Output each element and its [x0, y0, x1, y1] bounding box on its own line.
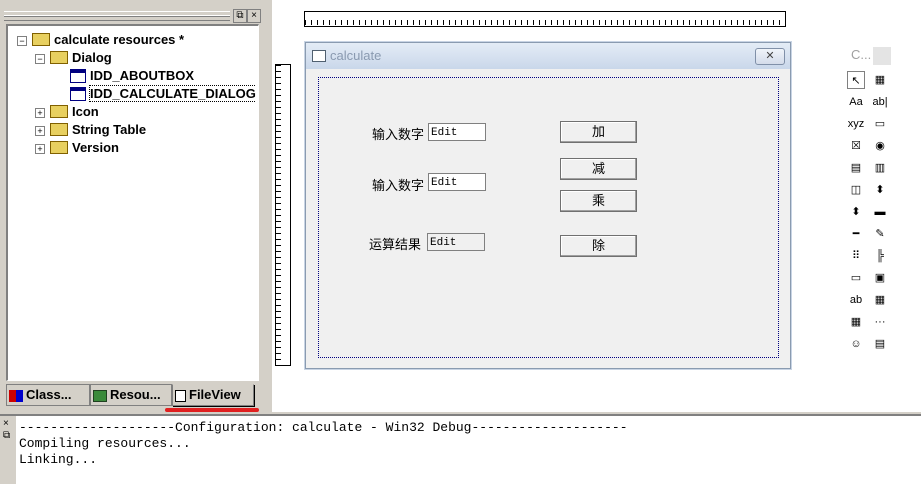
tree-item-label: IDD_ABOUTBOX	[90, 68, 195, 83]
root-collapse-toggle[interactable]: −	[17, 36, 27, 46]
tree-item-label: Icon	[72, 104, 99, 119]
slider-icon[interactable]: ━	[847, 225, 865, 243]
tree-item-version[interactable]: Version	[50, 139, 119, 156]
vertical-scroll-icon[interactable]: ⬍	[871, 181, 889, 199]
multiply-button[interactable]: 乘	[560, 190, 637, 212]
button-icon[interactable]: ▭	[871, 115, 889, 133]
custom-control-icon[interactable]: ☺	[847, 335, 865, 353]
check-box-icon[interactable]: ☒	[847, 137, 865, 155]
tab-control-icon[interactable]: ▭	[847, 269, 865, 287]
radio-button-icon[interactable]: ◉	[871, 137, 889, 155]
tree-item-string-table[interactable]: String Table	[50, 121, 146, 138]
extended-combo-icon[interactable]: ▤	[871, 335, 889, 353]
output-line: --------------------Configuration: calcu…	[19, 420, 628, 435]
picture-icon[interactable]: ▦	[871, 71, 889, 89]
edit-box-icon[interactable]: ab|	[871, 93, 889, 111]
resourceview-icon	[93, 389, 107, 402]
tree-item-label: IDD_CALCULATE_DIALOG	[89, 85, 256, 102]
tree-item-dialog[interactable]: Dialog	[50, 49, 112, 66]
workspace-pane: ⧉ × − calculate resources * − Dialog IDD…	[0, 0, 262, 412]
icon-expand-toggle[interactable]: +	[35, 108, 45, 118]
fileview-icon	[175, 389, 186, 402]
edit-input-1[interactable]: Edit	[428, 123, 486, 141]
tree-control-icon[interactable]: ╠	[871, 247, 889, 265]
tree-item-label: String Table	[72, 122, 147, 137]
tab-resourceview[interactable]: Resou...	[90, 384, 172, 406]
ip-address-icon[interactable]: ···	[871, 313, 889, 331]
subtract-button[interactable]: 减	[560, 158, 637, 180]
list-control-icon[interactable]: ⠿	[847, 247, 865, 265]
classview-icon	[9, 389, 23, 402]
spin-icon[interactable]: ⬍	[847, 203, 865, 221]
horizontal-scroll-icon[interactable]: ◫	[847, 181, 865, 199]
list-box-icon[interactable]: ▥	[871, 159, 889, 177]
pointer-icon[interactable]: ↖	[847, 71, 865, 89]
dialog-resource-icon	[70, 86, 86, 101]
output-restore-icon[interactable]: ⧉	[3, 430, 10, 441]
workspace-gripper[interactable]	[4, 11, 230, 21]
vertical-ruler	[275, 64, 291, 366]
horizontal-ruler	[304, 11, 786, 27]
static-text-icon[interactable]: Aa	[847, 93, 865, 111]
tab-fileview[interactable]: FileView	[172, 384, 254, 406]
dialog-caption: calculate	[330, 48, 382, 63]
dialog-preview[interactable]: calculate ✕ 输入数字 Edit 输入数字 Edit 运算结果 Edi…	[305, 42, 791, 369]
label-result: 运算结果	[369, 237, 422, 252]
output-close-icon[interactable]: ×	[3, 418, 9, 429]
folder-closed-icon	[50, 105, 68, 119]
dialog-client-area[interactable]: 输入数字 Edit 输入数字 Edit 运算结果 Edit 加 减 乘 除	[318, 77, 779, 358]
dialog-resource-icon	[70, 68, 86, 83]
rich-edit-icon[interactable]: ab	[847, 291, 865, 309]
label-input-1: 输入数字	[372, 127, 425, 142]
label-input-2: 输入数字	[372, 178, 425, 193]
tab-label: FileView	[189, 387, 241, 402]
progress-icon[interactable]: ▬	[871, 203, 889, 221]
tree-root-label: calculate resources *	[54, 32, 185, 47]
tab-classview[interactable]: Class...	[6, 384, 90, 406]
workspace-restore-button[interactable]: ⧉	[233, 9, 247, 23]
tree-item-label: Dialog	[72, 50, 112, 65]
palette-close-button[interactable]	[873, 47, 891, 65]
workspace-tabs: Class... Resou... FileView	[4, 384, 260, 408]
folder-open-icon	[50, 51, 68, 65]
resource-tree[interactable]: − calculate resources * − Dialog IDD_ABO…	[6, 24, 259, 381]
tree-item-calculate-dialog[interactable]: IDD_CALCULATE_DIALOG	[70, 85, 256, 102]
output-line: Compiling resources...	[19, 436, 191, 451]
tree-item-label: Version	[72, 140, 119, 155]
animate-icon[interactable]: ▣	[871, 269, 889, 287]
tree-root[interactable]: calculate resources *	[32, 31, 184, 48]
version-expand-toggle[interactable]: +	[35, 144, 45, 154]
month-calendar-icon[interactable]: ▦	[847, 313, 865, 331]
dialog-app-icon	[312, 50, 326, 62]
palette-title: C...	[851, 47, 872, 62]
dialog-titlebar[interactable]: calculate ✕	[306, 43, 790, 69]
tree-item-aboutbox[interactable]: IDD_ABOUTBOX	[70, 67, 194, 84]
edit-result[interactable]: Edit	[427, 233, 485, 251]
tree-item-icon[interactable]: Icon	[50, 103, 99, 120]
folder-closed-icon	[50, 123, 68, 137]
annotation-underline	[165, 408, 259, 412]
dialog-collapse-toggle[interactable]: −	[35, 54, 45, 64]
date-time-icon[interactable]: ▦	[871, 291, 889, 309]
folder-open-icon	[32, 33, 50, 47]
workspace-close-button[interactable]: ×	[247, 9, 261, 23]
combo-box-icon[interactable]: ▤	[847, 159, 865, 177]
output-gripper[interactable]: × ⧉	[0, 416, 16, 484]
tab-label: Class...	[26, 387, 72, 402]
dialog-close-button[interactable]: ✕	[755, 48, 785, 65]
output-pane: × ⧉ --------------------Configuration: c…	[0, 414, 921, 484]
output-line: Linking...	[19, 452, 98, 467]
group-box-icon[interactable]: xyz	[847, 115, 865, 133]
divide-button[interactable]: 除	[560, 235, 637, 257]
add-button[interactable]: 加	[560, 121, 637, 143]
folder-closed-icon	[50, 141, 68, 155]
controls-palette: C... ↖ ▦ Aa ab| xyz ▭ ☒ ◉ ▤ ▥ ◫ ⬍ ⬍ ▬ ━ ✎ ⠿ ╠ ▭ ▣ ab ▦ ▦ ··· ☺ ▤	[845, 45, 893, 355]
edit-input-2[interactable]: Edit	[428, 173, 486, 191]
stringtable-expand-toggle[interactable]: +	[35, 126, 45, 136]
tab-label: Resou...	[110, 387, 161, 402]
hotkey-icon[interactable]: ✎	[871, 225, 889, 243]
